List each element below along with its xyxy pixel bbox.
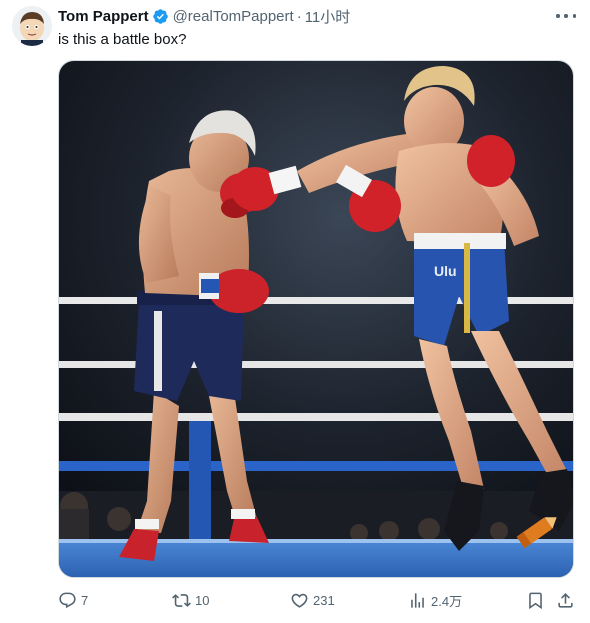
avatar-cartoon-icon	[12, 6, 52, 46]
like-count: 231	[313, 592, 335, 608]
more-dot-icon	[556, 14, 560, 18]
views-chart-icon	[411, 592, 424, 608]
more-options-button[interactable]	[556, 8, 576, 24]
tweet-card[interactable]: Tom Pappert @realTomPappert · 11小时 is th…	[0, 0, 590, 623]
tweet-actions-bar: 7 10 231 2.4万	[0, 583, 590, 617]
like-button[interactable]: 231	[290, 583, 335, 617]
author-name[interactable]: Tom Pappert	[58, 8, 149, 25]
share-icon	[558, 592, 573, 608]
reply-button[interactable]: 7	[58, 583, 88, 617]
avatar[interactable]	[12, 6, 52, 46]
retweet-icon	[172, 593, 191, 607]
shorts-logo-text: Ulu	[434, 263, 457, 279]
share-button[interactable]	[556, 583, 578, 617]
more-dot-icon	[564, 14, 568, 18]
views-count: 2.4万	[431, 593, 463, 609]
post-time[interactable]: 11小时	[305, 6, 351, 27]
heart-icon	[291, 593, 308, 608]
author-handle[interactable]: @realTomPappert	[173, 8, 294, 25]
retweet-button[interactable]: 10	[172, 583, 209, 617]
separator-dot: ·	[296, 7, 302, 25]
reply-icon	[59, 592, 76, 608]
bookmark-button[interactable]	[526, 583, 548, 617]
retweet-count: 10	[195, 592, 210, 608]
tweet-text: is this a battle box?	[58, 31, 187, 48]
more-dot-icon	[572, 14, 576, 18]
verified-badge-icon	[152, 8, 168, 24]
bookmark-icon	[529, 592, 542, 609]
tweet-media-image[interactable]: Ulu	[58, 60, 574, 578]
views-button[interactable]: 2.4万	[408, 583, 462, 617]
tweet-header: Tom Pappert @realTomPappert · 11小时	[58, 6, 350, 26]
reply-count: 7	[81, 592, 89, 608]
boxing-ring-illustration: Ulu	[59, 61, 573, 577]
